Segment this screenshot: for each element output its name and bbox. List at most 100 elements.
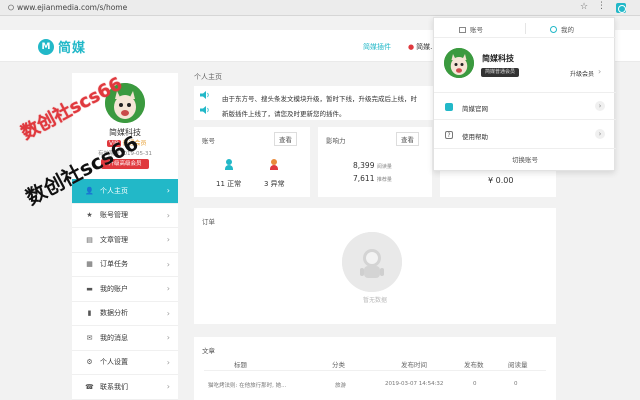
sidebar-item-orders[interactable]: ▦ 订单任务 › — [72, 253, 178, 277]
browser-menu-icon[interactable]: ⋮ — [597, 1, 606, 11]
normal-count: 11 正常 — [216, 180, 242, 188]
column-header: 发布数 — [464, 361, 484, 369]
browser-toolbar: www.ejianmedia.com/s/home ☆ ⋮ — [0, 0, 640, 16]
chevron-right-icon: › — [595, 129, 605, 139]
read-label: 阅读量 — [376, 164, 392, 170]
sidebar-item-contact[interactable]: ☎ 联系我们 › — [72, 375, 178, 400]
upgrade-member-link[interactable]: 升级会员 — [570, 69, 594, 78]
recommend-count: 7,611 推荐量 — [353, 174, 392, 183]
calendar-icon: ▦ — [86, 260, 93, 269]
user-normal-icon — [225, 159, 233, 171]
settings-icon: ⚙ — [86, 358, 93, 367]
chevron-right-icon: › — [166, 210, 170, 220]
sidebar-item-label: 数据分析 — [100, 309, 128, 318]
member-badge: 简媒普通会员 — [481, 68, 520, 77]
empty-state-text: 暂无数据 — [362, 297, 387, 304]
read-value: 8,399 — [353, 161, 375, 170]
recommend-label: 推荐量 — [376, 177, 392, 183]
account-tab-icon — [459, 27, 466, 33]
notice-line: 由于东方号、搜头条发文模块升级，暂时下线，升级完成后上线，时 — [222, 95, 417, 103]
divider — [434, 148, 616, 149]
sidebar-item-label: 我的账户 — [100, 284, 128, 293]
sidebar-item-label: 我的消息 — [100, 333, 128, 342]
sidebar-item-label: 账号管理 — [100, 211, 128, 220]
site-logo[interactable]: M 简媒 — [38, 37, 86, 56]
help-row[interactable]: ? 使用帮助 › — [434, 124, 616, 146]
page-title: 个人主页 — [194, 73, 222, 81]
tab-divider — [525, 23, 526, 34]
view-influence-button[interactable]: 查看 — [396, 132, 419, 146]
switch-account-button[interactable]: 切换账号 — [434, 154, 616, 164]
chevron-right-icon: › — [166, 357, 170, 367]
article-title-cell[interactable]: 猫吃烤法则: 在他旅行那时, 她... — [208, 381, 286, 389]
star-icon: ★ — [86, 211, 93, 220]
sidebar-menu: 👤 个人主页 › ★ 账号管理 › ▤ 文章管理 › ▦ 订单任务 › ▬ 我的… — [72, 179, 178, 400]
doc-icon: ▤ — [86, 235, 93, 244]
card-title: 订单 — [202, 218, 215, 226]
tab-account[interactable]: 账号 — [459, 24, 483, 34]
user-icon: 👤 — [85, 186, 94, 195]
chevron-right-icon: › — [166, 308, 170, 318]
sidebar-item-accounts[interactable]: ★ 账号管理 › — [72, 204, 178, 228]
sidebar-item-label: 联系我们 — [100, 382, 128, 391]
column-header: 阅读量 — [508, 361, 528, 369]
empty-astronaut-icon — [342, 232, 402, 292]
chevron-right-icon: › — [166, 235, 170, 244]
official-site-label: 简媒官网 — [462, 105, 488, 113]
column-header: 分类 — [332, 361, 345, 369]
sidebar-item-analytics[interactable]: ▮ 数据分析 › — [72, 302, 178, 326]
official-site-row[interactable]: 简媒官网 › — [434, 96, 616, 118]
sidebar-item-home[interactable]: 👤 个人主页 › — [72, 179, 178, 204]
sidebar-item-wallet[interactable]: ▬ 我的账户 › — [72, 277, 178, 302]
article-date-cell: 2019-03-07 14:54:32 — [385, 381, 444, 387]
sidebar-item-messages[interactable]: ✉ 我的消息 › — [72, 326, 178, 351]
divider — [434, 92, 616, 93]
bookmark-star-icon[interactable]: ☆ — [580, 2, 588, 12]
balance-value: ¥ 0.00 — [488, 176, 514, 185]
help-icon: ? — [445, 131, 453, 139]
info-icon[interactable] — [8, 4, 14, 11]
card-title: 文章 — [202, 347, 215, 355]
column-header: 发布时间 — [401, 361, 427, 369]
sidebar-item-label: 个人主页 — [100, 186, 128, 195]
abnormal-count: 3 异常 — [264, 180, 285, 188]
sidebar-item-label: 订单任务 — [100, 260, 128, 269]
extension-popup: 账号 我的 简媒科技 简媒普通会员 升级会员 › 简媒官网 › ? 使用帮助 ›… — [433, 17, 616, 171]
logo-text: 简媒 — [58, 41, 87, 56]
influence-card: 影响力 查看 8,399 阅读量 7,611 推荐量 — [318, 127, 432, 197]
notification-dot: ● — [408, 43, 415, 51]
order-card: 订单 暂无数据 — [194, 208, 556, 324]
article-publish-cell: 0 — [473, 381, 477, 387]
user-abnormal-icon — [270, 159, 278, 171]
address-bar[interactable]: www.ejianmedia.com/s/home — [17, 3, 127, 12]
chevron-right-icon: › — [166, 259, 170, 269]
read-count: 8,399 阅读量 — [353, 161, 392, 170]
message-icon: ✉ — [86, 333, 93, 342]
popup-avatar[interactable] — [444, 48, 474, 78]
contact-icon: ☎ — [85, 382, 94, 391]
extension-icon[interactable] — [616, 3, 626, 13]
tab-account-label: 账号 — [470, 26, 483, 34]
chevron-right-icon: › — [166, 382, 170, 391]
chevron-right-icon: › — [166, 186, 170, 195]
article-category-cell: 旅游 — [335, 383, 347, 389]
help-label: 使用帮助 — [462, 133, 488, 141]
chevron-right-icon: › — [166, 284, 170, 293]
recommend-value: 7,611 — [353, 174, 375, 183]
view-accounts-button[interactable]: 查看 — [274, 132, 297, 146]
sidebar-item-articles[interactable]: ▤ 文章管理 › — [72, 228, 178, 253]
speaker-icon — [200, 91, 209, 99]
tab-mine-label: 我的 — [561, 26, 574, 34]
popup-user-name: 简媒科技 — [482, 54, 514, 63]
sidebar-item-settings[interactable]: ⚙ 个人设置 › — [72, 351, 178, 375]
tab-mine[interactable]: 我的 — [550, 24, 574, 34]
divider — [434, 119, 616, 120]
speaker-icon — [200, 106, 209, 114]
chevron-right-icon[interactable]: › — [598, 67, 601, 76]
nav-plugin-link[interactable]: 简媒插件 — [363, 42, 391, 52]
notice-board: 由于东方号、搜头条发文模块升级，暂时下线，升级完成后上线，时 新版插件上线了，请… — [194, 86, 440, 120]
table-divider — [204, 370, 546, 371]
article-read-cell: 0 — [514, 381, 518, 387]
notice-line: 新版插件上线了，请您及时更新您的插件。 — [222, 110, 346, 118]
chevron-right-icon: › — [166, 333, 170, 342]
